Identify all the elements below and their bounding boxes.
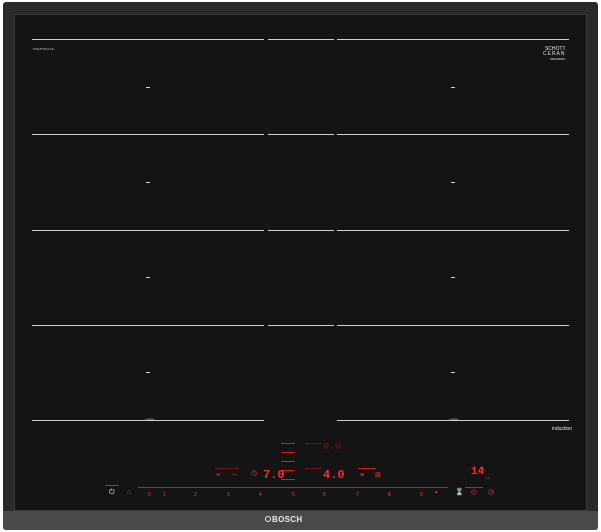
zone-line	[268, 39, 334, 40]
flex-zone-bar[interactable]	[281, 461, 295, 462]
zone-center-mark[interactable]	[451, 372, 455, 373]
zone-line	[337, 39, 569, 40]
timer-icon[interactable]: ⌛	[455, 489, 464, 496]
pan-icon[interactable]: ≋	[216, 472, 220, 479]
model-mark: PXE875DC1E	[33, 47, 55, 51]
vari-label-right: VARI	[449, 417, 459, 422]
zone-line	[32, 230, 264, 231]
power-level-0[interactable]: 0	[148, 492, 151, 498]
timer-underline	[465, 487, 483, 488]
schott-ceran-logo: SCHOTT CERAN MIRAMIRO	[543, 46, 566, 62]
power-level-5[interactable]: 5	[292, 492, 295, 498]
child-lock-icon[interactable]: ⌂	[127, 489, 131, 496]
power-level-6[interactable]: 6	[323, 492, 326, 498]
center-underline	[305, 468, 321, 469]
power-level-2[interactable]: 2	[194, 492, 197, 498]
zone-center-mark[interactable]	[146, 182, 150, 183]
flex-zone-bar[interactable]	[281, 443, 295, 444]
center-level-display: 4.0	[323, 468, 345, 482]
zone-line	[337, 230, 569, 231]
zone-center-mark[interactable]	[451, 277, 455, 278]
frying-sensor-icon[interactable]: ≡	[360, 472, 364, 479]
scale-slider-track[interactable]	[138, 487, 448, 488]
zone-center-mark[interactable]	[146, 277, 150, 278]
left-underline	[215, 468, 239, 469]
bosch-logo-icon	[265, 516, 271, 522]
zone-line	[268, 134, 334, 135]
ceramic-glass-surface	[14, 14, 587, 511]
zone-line	[32, 134, 264, 135]
power-level-9[interactable]: 9	[420, 492, 423, 498]
zone-line	[32, 325, 264, 326]
timer-unit: min	[485, 476, 491, 480]
zone-center-mark[interactable]	[146, 87, 150, 88]
zone-center-mark[interactable]	[451, 182, 455, 183]
zone-line	[337, 325, 569, 326]
timer-display: 14	[471, 466, 485, 478]
flex-zone-bar[interactable]	[281, 452, 295, 453]
center-top-display: 0.0	[323, 442, 342, 453]
vari-label-left: VARI	[145, 417, 155, 422]
timer-icon[interactable]: ◷	[251, 470, 257, 477]
zone-line	[337, 134, 569, 135]
power-level-1[interactable]: 1	[163, 492, 166, 498]
center-display-line	[305, 443, 321, 444]
zone-center-mark[interactable]	[146, 372, 150, 373]
zone-line	[268, 230, 334, 231]
zone-line	[32, 39, 264, 40]
power-level-3[interactable]: 3	[227, 492, 230, 498]
power-level-8[interactable]: 8	[388, 492, 391, 498]
clock-icon[interactable]: ◷	[488, 489, 494, 496]
move-icon[interactable]: ⊞	[375, 472, 381, 479]
clock-icon[interactable]: ◴	[471, 489, 477, 496]
right-underline	[358, 468, 376, 469]
power-underline	[105, 485, 119, 486]
induction-label: induction	[552, 426, 573, 432]
cooktop-frame: PXE875DC1E SCHOTT CERAN MIRAMIRO VARI VA…	[3, 2, 598, 530]
zone-line	[268, 325, 334, 326]
brand-logo: BOSCH	[272, 515, 303, 524]
power-icon[interactable]: ⏻	[109, 489, 115, 496]
wipe-protect-icon[interactable]: —	[232, 472, 237, 479]
power-level-7[interactable]: 7	[356, 492, 359, 498]
boost-icon[interactable]: ▴	[435, 489, 438, 496]
left-level-display: 7.0	[263, 468, 285, 482]
power-level-4[interactable]: 4	[259, 492, 262, 498]
zone-center-mark[interactable]	[451, 87, 455, 88]
